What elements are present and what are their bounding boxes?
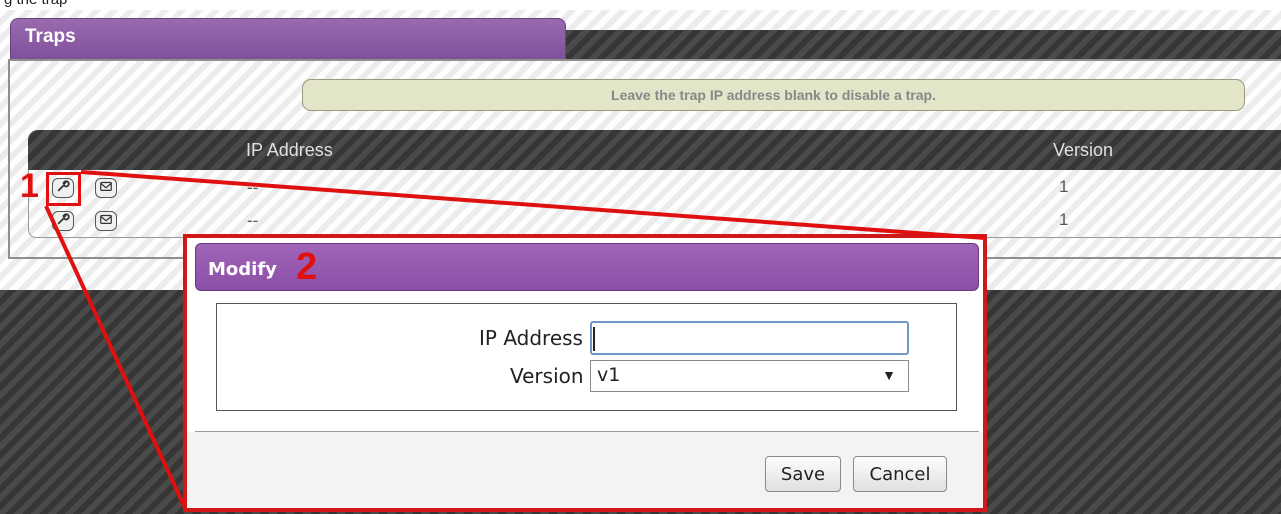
modify-form: IP Address Version v1 ▼ [216, 303, 957, 411]
ip-address-label: IP Address [479, 326, 583, 350]
version-selected-value: v1 [597, 364, 621, 386]
test-trap-1-button[interactable] [95, 178, 117, 198]
version-select[interactable]: v1 ▼ [590, 360, 909, 392]
modify-dialog-header: Modify 2 [195, 243, 979, 291]
traps-table-body [28, 170, 1281, 238]
annotation-highlight-box [46, 172, 81, 206]
traps-panel-title: Traps [10, 18, 566, 60]
version-label: Version [510, 364, 584, 388]
modify-dialog-title: Modify [208, 259, 277, 280]
trap-info-message: Leave the trap IP address blank to disab… [302, 79, 1245, 111]
trap-1-ip: -- [247, 178, 259, 197]
top-caption: g the trap [4, 0, 67, 8]
mail-icon [99, 212, 113, 231]
column-header-version: Version [1053, 140, 1114, 160]
modify-trap-2-button[interactable] [52, 211, 74, 231]
test-trap-2-button[interactable] [95, 211, 117, 231]
mail-icon [99, 179, 113, 198]
wrench-icon [56, 212, 70, 231]
traps-header-bar [566, 30, 1281, 60]
cancel-button[interactable]: Cancel [853, 456, 947, 492]
column-header-ip-address: IP Address [246, 140, 333, 160]
trap-1-version: 1 [1059, 177, 1069, 196]
ip-address-input[interactable] [590, 321, 909, 355]
dropdown-arrow-icon: ▼ [882, 367, 896, 383]
trap-2-ip: -- [247, 211, 259, 230]
annotation-step-2: 2 [296, 246, 318, 288]
traps-table-header: IP Address Version [28, 130, 1281, 170]
annotation-step-1: 1 [20, 167, 39, 205]
save-button[interactable]: Save [765, 456, 841, 492]
text-caret [593, 327, 595, 351]
trap-2-version: 1 [1059, 210, 1069, 229]
